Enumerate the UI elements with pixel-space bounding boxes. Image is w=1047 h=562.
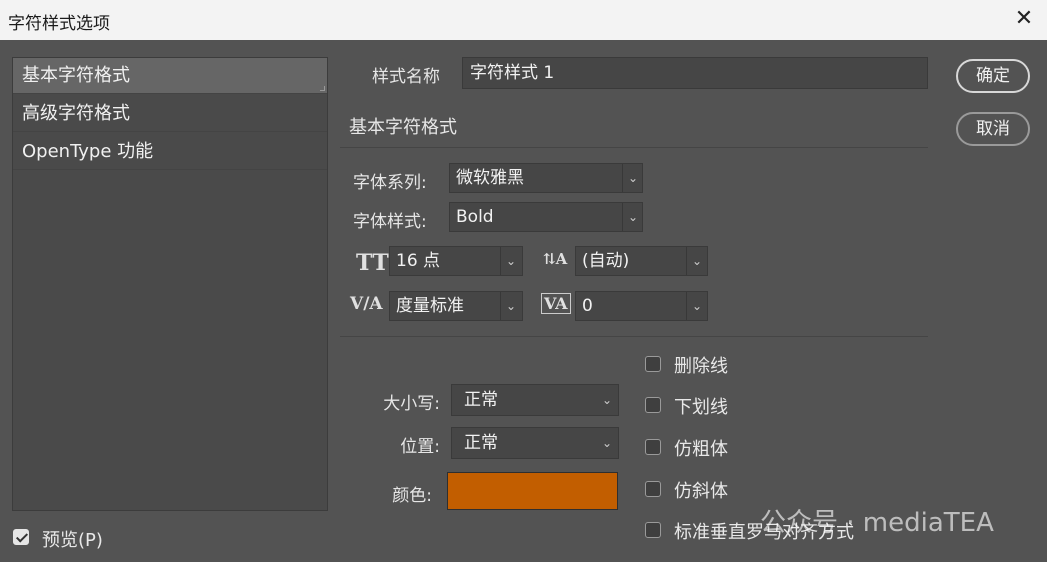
kerning-value: 度量标准 [396,296,464,316]
sidebar-item-label: 基本字符格式 [22,65,130,86]
divider [340,336,928,337]
case-label: 大小写: [383,394,440,414]
close-icon[interactable]: ✕ [1006,0,1042,40]
case-select[interactable]: 正常 ⌄ [451,384,619,416]
color-swatch[interactable] [447,472,618,510]
sidebar-item-opentype[interactable]: OpenType 功能 [13,134,327,170]
font-size-icon: 𝐓𝐓 [356,250,389,276]
cancel-button[interactable]: 取消 [956,112,1030,146]
ok-button[interactable]: 确定 [956,59,1030,93]
position-label: 位置: [400,437,440,457]
tracking-icon: VA [541,293,571,314]
sidebar-item-basic[interactable]: 基本字符格式 [13,58,327,94]
font-family-label: 字体系列: [353,173,427,193]
chevron-down-icon[interactable]: ⌄ [623,203,643,231]
tracking-select[interactable]: 0 ⌄ [575,291,708,321]
tracking-value: 0 [582,296,593,316]
position-select[interactable]: 正常 ⌄ [451,427,619,459]
faux-bold-checkbox[interactable] [645,439,661,455]
kerning-icon: V/A [350,294,383,314]
font-family-value: 微软雅黑 [456,168,524,188]
category-list: 基本字符格式 高级字符格式 OpenType 功能 [12,57,328,511]
preview-label: 预览(P) [42,530,103,551]
faux-italic-label: 仿斜体 [674,481,728,502]
chevron-down-icon[interactable]: ⌄ [687,292,707,320]
underline-label: 下划线 [674,397,728,418]
watermark-text: 公众号 · mediaTEA [760,508,994,538]
strikethrough-checkbox[interactable] [645,356,661,372]
title-bar: 字符样式选项 ✕ [0,0,1047,40]
leading-icon: ⇅A [543,250,568,268]
kerning-select[interactable]: 度量标准 ⌄ [389,291,523,321]
chevron-down-icon[interactable]: ⌄ [501,247,521,275]
style-name-input[interactable]: 字符样式 1 [462,57,928,89]
section-title: 基本字符格式 [349,117,457,138]
underline-checkbox[interactable] [645,397,661,413]
leading-value: (自动) [582,251,630,271]
font-style-select[interactable]: Bold ⌄ [449,202,643,232]
window-title: 字符样式选项 [8,14,110,34]
position-value: 正常 [464,433,498,453]
chevron-down-icon[interactable]: ⌄ [602,428,612,458]
chevron-down-icon[interactable]: ⌄ [602,385,612,415]
style-name-label: 样式名称 [372,67,440,87]
resize-grip-icon [320,86,325,91]
sidebar-item-label: OpenType 功能 [22,141,154,162]
font-family-select[interactable]: 微软雅黑 ⌄ [449,163,643,193]
chevron-down-icon[interactable]: ⌄ [687,247,707,275]
sidebar-item-label: 高级字符格式 [22,103,130,124]
chevron-down-icon[interactable]: ⌄ [501,292,521,320]
font-size-value: 16 点 [396,251,441,271]
chevron-down-icon[interactable]: ⌄ [623,164,643,192]
font-style-label: 字体样式: [353,212,427,232]
case-value: 正常 [464,390,498,410]
divider [340,147,928,148]
vertical-roman-checkbox[interactable] [645,522,661,538]
leading-select[interactable]: (自动) ⌄ [575,246,708,276]
strikethrough-label: 删除线 [674,356,728,377]
font-style-value: Bold [456,207,494,227]
faux-italic-checkbox[interactable] [645,481,661,497]
font-size-select[interactable]: 16 点 ⌄ [389,246,523,276]
sidebar-item-advanced[interactable]: 高级字符格式 [13,96,327,132]
faux-bold-label: 仿粗体 [674,439,728,460]
color-label: 颜色: [392,486,432,506]
preview-checkbox[interactable] [13,529,29,545]
